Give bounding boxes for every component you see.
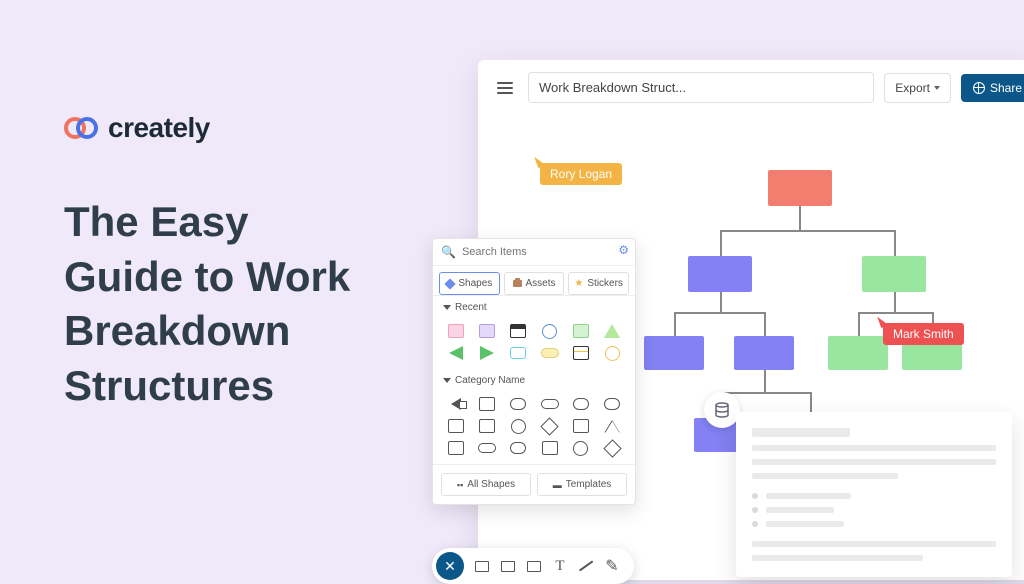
shape-outline[interactable] — [477, 396, 497, 412]
shape-outline[interactable] — [477, 440, 497, 456]
section-label: Category Name — [455, 375, 525, 386]
logo-icon — [64, 117, 100, 139]
shape-arrow-left[interactable] — [446, 345, 466, 361]
tab-stickers[interactable]: ★ Stickers — [568, 272, 629, 295]
shape-outline[interactable] — [571, 396, 591, 412]
tab-label: Shapes — [458, 278, 492, 289]
shape-outline[interactable] — [508, 396, 528, 412]
shape-arrow-right[interactable] — [477, 345, 497, 361]
templates-button[interactable]: ▬ Templates — [537, 473, 627, 496]
brand-name: creately — [108, 112, 210, 144]
share-label: Share — [990, 81, 1022, 95]
chevron-down-icon — [934, 86, 940, 90]
shape-circle-yellow[interactable] — [602, 345, 622, 361]
menu-icon[interactable] — [492, 75, 518, 101]
collaborator-cursor: Mark Smith — [883, 323, 964, 345]
shape-outline[interactable] — [540, 440, 560, 456]
shape-rect-purple[interactable] — [477, 323, 497, 339]
section-label: Recent — [455, 302, 487, 313]
tab-shapes[interactable]: Shapes — [439, 272, 500, 295]
shape-outline[interactable] — [602, 418, 622, 434]
globe-icon — [973, 82, 985, 94]
shape-outline[interactable] — [540, 396, 560, 412]
app-header: Work Breakdown Struct... Export Share — [478, 60, 1024, 115]
search-input[interactable] — [462, 246, 627, 258]
shape-rect-pink[interactable] — [446, 323, 466, 339]
tab-label: Assets — [526, 278, 556, 289]
chart-node[interactable] — [734, 336, 794, 370]
brand-logo: creately — [64, 112, 210, 144]
shape-outline[interactable] — [508, 440, 528, 456]
shape-circle-blue[interactable] — [540, 323, 560, 339]
section-recent[interactable]: Recent — [433, 296, 635, 319]
rectangle-tool[interactable] — [474, 559, 490, 573]
diamond-icon — [445, 278, 456, 289]
chart-node[interactable] — [644, 336, 704, 370]
button-label: All Shapes — [467, 479, 515, 490]
tab-label: Stickers — [587, 278, 623, 289]
line-tool[interactable] — [578, 559, 594, 573]
shape-outline[interactable] — [477, 418, 497, 434]
chart-node[interactable] — [688, 256, 752, 292]
shape-outline[interactable] — [602, 396, 622, 412]
chevron-down-icon — [443, 305, 451, 310]
close-icon: ✕ — [444, 558, 456, 575]
shape-outline[interactable] — [446, 418, 466, 434]
shape-speech-cyan[interactable] — [508, 345, 528, 361]
shape-outline[interactable] — [446, 396, 466, 412]
shape-outline[interactable] — [446, 440, 466, 456]
chevron-down-icon — [443, 378, 451, 383]
toolbar: ✕ T ✎ — [432, 548, 634, 584]
shape-rect-header[interactable] — [508, 323, 528, 339]
share-button[interactable]: Share — [961, 74, 1024, 102]
database-icon — [714, 402, 730, 418]
note-tool[interactable] — [526, 559, 542, 573]
shape-outline[interactable] — [540, 418, 560, 434]
shapes-panel: ⚙ 🔍 Shapes Assets ★ Stickers Recent — [432, 238, 636, 505]
section-category[interactable]: Category Name — [433, 369, 635, 392]
export-label: Export — [895, 81, 930, 95]
shape-card-yellow[interactable] — [571, 345, 591, 361]
document-title-input[interactable]: Work Breakdown Struct... — [528, 72, 874, 103]
pen-tool[interactable]: ✎ — [604, 559, 620, 573]
template-icon: ▬ — [553, 480, 562, 490]
star-icon: ★ — [574, 278, 583, 289]
shape-rect-green[interactable] — [571, 323, 591, 339]
all-shapes-button[interactable]: ▪▪ All Shapes — [441, 473, 531, 496]
shape-outline[interactable] — [508, 418, 528, 434]
frame-tool[interactable] — [500, 559, 516, 573]
export-button[interactable]: Export — [884, 73, 951, 103]
database-badge[interactable] — [704, 392, 740, 428]
text-tool[interactable]: T — [552, 559, 568, 573]
tab-assets[interactable]: Assets — [504, 272, 565, 295]
chart-node-root[interactable] — [768, 170, 832, 206]
search-icon: 🔍 — [441, 245, 456, 259]
shape-pill-yellow[interactable] — [540, 345, 560, 361]
detail-card — [736, 412, 1012, 577]
button-label: Templates — [566, 479, 612, 490]
shape-triangle-green[interactable] — [602, 323, 622, 339]
page-title: The Easy Guide to Work Breakdown Structu… — [64, 195, 350, 413]
grid-icon: ▪▪ — [457, 480, 463, 490]
gear-icon[interactable]: ⚙ — [618, 243, 629, 257]
chart-node[interactable] — [828, 336, 888, 370]
shape-outline[interactable] — [571, 440, 591, 456]
shape-outline[interactable] — [571, 418, 591, 434]
collaborator-cursor: Rory Logan — [540, 163, 622, 185]
shape-outline[interactable] — [602, 440, 622, 456]
chart-node[interactable] — [862, 256, 926, 292]
briefcase-icon — [513, 280, 522, 287]
